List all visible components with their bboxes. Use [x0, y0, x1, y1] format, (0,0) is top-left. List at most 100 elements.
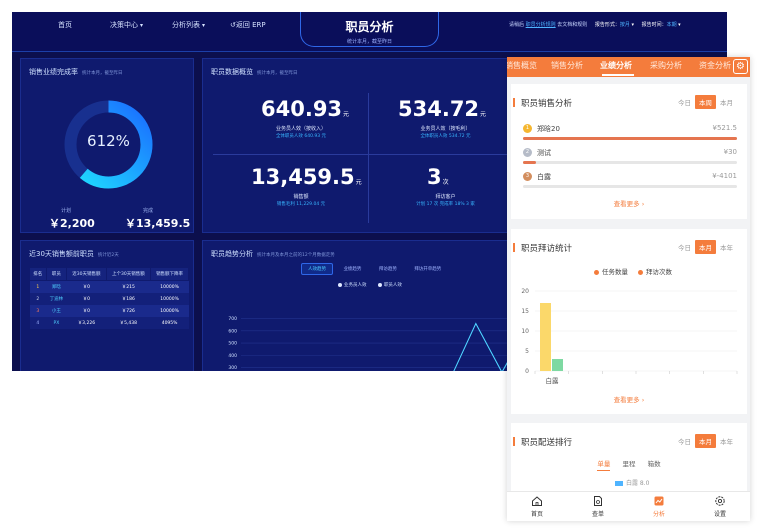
donut-percent: 612%	[87, 132, 130, 150]
overview-value-1-unit: 元	[480, 111, 487, 118]
active-tab-indicator	[602, 74, 634, 76]
report-form-value: 按月	[619, 22, 630, 28]
rank-number: 1	[36, 284, 40, 290]
delivery-subtab-orders[interactable]: 单量	[597, 458, 611, 471]
chevron-right-icon: ›	[641, 396, 645, 404]
nav-decision-center[interactable]: 决策中心 ▾	[110, 20, 143, 30]
rank-value: ¥30	[723, 148, 737, 156]
visit-legend-0: 任务数量	[601, 268, 628, 276]
y-tick-label: 700	[228, 316, 237, 322]
overview-sub-0: 全体职员人效 640.93 元	[275, 134, 327, 139]
table-cell: 4	[29, 317, 47, 329]
table-row[interactable]: 4 PX ￥3,226 ￥5,438 4095%	[29, 317, 189, 329]
overview-value-3-num: 3	[427, 165, 442, 189]
rank-row[interactable]: 1 郑晗20 ¥521.5	[523, 124, 737, 146]
gear-icon[interactable]: ⚙	[733, 59, 748, 74]
settings-icon	[715, 496, 725, 506]
delivery-seg-today[interactable]: 今日	[674, 434, 695, 448]
rank-bar	[523, 161, 737, 164]
visit-legend: 任务数量 拜访次数	[511, 266, 747, 276]
rules-link[interactable]: 职员分析规则	[526, 22, 556, 28]
bottom-nav-analysis-label: 分析	[652, 511, 665, 518]
rank-bar	[523, 185, 737, 188]
nav-home[interactable]: 首页	[58, 20, 72, 30]
report-controls: 请稍后 职员分析规则 去文档和规则 报告形式：按月 ▾ 报告时间：本期 ▾	[509, 21, 681, 28]
page-subtitle: 统计本月，截至昨日	[346, 39, 392, 45]
overview-label-3: 拜访客户	[435, 194, 456, 200]
bottom-nav-analysis[interactable]: 分析	[639, 495, 679, 518]
bottom-nav-settings[interactable]: 设置	[700, 495, 740, 518]
done-value: ￥13,459.5	[125, 217, 191, 230]
table-row[interactable]: 3 小王 ￥0 ￥726 10000%	[29, 305, 189, 317]
mobile-tab-1[interactable]: 销售分析	[551, 60, 583, 71]
table-cell: ￥5,438	[106, 317, 151, 329]
delivery-seg-month[interactable]: 本月	[695, 434, 716, 448]
ranking-panel: 近30天销售额前职员 统计近2天 排名 职员 近30天销售额 上个30天销售额 销售额下降…	[20, 240, 194, 371]
overview-label-1: 业务员人效（按毛利）	[420, 126, 471, 132]
report-period-value: 本期	[666, 22, 677, 28]
visit-more-link[interactable]: 查看更多 ›	[511, 394, 747, 404]
rank-row[interactable]: 2 测试 ¥30	[523, 148, 737, 170]
table-cell: 4095%	[150, 317, 189, 329]
y-tick-label: 600	[228, 328, 237, 334]
sales-more-link[interactable]: 查看更多 ›	[511, 198, 747, 208]
sales-seg-month[interactable]: 本月	[716, 95, 737, 109]
report-period-select[interactable]: 报告时间：本期 ▾	[642, 22, 681, 28]
overview-value-2: 13,459.5元	[251, 165, 362, 189]
bar-0	[540, 303, 551, 371]
nav-back-label: 返回 ERP	[235, 21, 266, 29]
table-cell: 丁迪林	[46, 293, 67, 305]
delivery-subtab-boxes[interactable]: 箱数	[648, 458, 661, 470]
table-cell: 3	[29, 305, 47, 317]
table-cell: 2	[29, 293, 47, 305]
rank-row[interactable]: 3 白露 ¥-4101	[523, 172, 737, 194]
table-header-cell: 职员	[45, 267, 68, 281]
sales-seg-today[interactable]: 今日	[674, 95, 695, 109]
mobile-tab-3[interactable]: 采购分析	[650, 60, 682, 71]
nav-back-erp[interactable]: ↺返回 ERP	[230, 20, 266, 30]
sales-seg-week[interactable]: 本周	[695, 95, 716, 109]
nav-analysis-list[interactable]: 分析列表 ▾	[172, 20, 205, 30]
table-header-cell: 排名	[29, 267, 47, 281]
ranking-table: 排名 职员 近30天销售额 上个30天销售额 销售额下降率 1 郑晗 ￥0 ￥215 10000…	[29, 267, 189, 329]
visit-seg-month[interactable]: 本月	[695, 240, 716, 254]
table-row[interactable]: 2 丁迪林 ￥0 ￥186 10000%	[29, 293, 189, 305]
done-label: 完成	[143, 208, 154, 214]
rank-number: 3	[36, 308, 40, 314]
y-tick-label: 20	[521, 288, 529, 295]
mobile-tab-0[interactable]: 销售概览	[507, 60, 537, 71]
medal-icon: 2	[523, 148, 532, 157]
mobile-tab-bar: 销售概览 销售分析 业绩分析 采购分析 资金分析 ⚙	[507, 57, 750, 77]
overview-value-0: 640.93元	[261, 97, 349, 121]
overview-value-2-num: 13,459.5	[251, 165, 355, 189]
mobile-tab-4[interactable]: 资金分析	[699, 60, 731, 71]
report-form-select[interactable]: 报告形式：按月 ▾	[595, 22, 634, 28]
table-header-cell: 上个30天销售额	[105, 267, 152, 281]
plan-label: 计划	[61, 208, 72, 214]
bottom-nav-home[interactable]: 首页	[517, 495, 557, 518]
ranking-title: 近30天销售额前职员 统计近2天	[29, 249, 119, 259]
rank-bar	[523, 137, 737, 140]
visit-more-label: 查看更多	[613, 396, 640, 404]
completion-title: 销售业绩完成率 统计本月，截至昨日	[29, 67, 123, 77]
rank-value: ¥-4101	[712, 172, 737, 180]
mobile-tab-2[interactable]: 业绩分析	[600, 60, 632, 71]
table-body: 1 郑晗 ￥0 ￥215 10000% 2 丁迪林 ￥0 ￥186 10000% 3 小王 ￥0 ￥726…	[29, 280, 189, 329]
visit-seg-year[interactable]: 本年	[716, 240, 737, 254]
visit-seg-today[interactable]: 今日	[674, 240, 695, 254]
overview-value-0-unit: 元	[343, 111, 350, 118]
delivery-seg-year[interactable]: 本年	[716, 434, 737, 448]
overview-sub-1: 全体职员人效 534.72 元	[420, 134, 471, 139]
overview-label-2: 销售额	[293, 194, 309, 200]
top-bar: 首页 决策中心 ▾ 分析列表 ▾ ↺返回 ERP 职员分析 统计本月，截至昨日 请稍…	[12, 12, 727, 52]
table-cell: ￥186	[106, 293, 151, 305]
rank-name: 测试	[537, 149, 551, 157]
sales-card-title: 职员销售分析	[512, 98, 573, 109]
delivery-subtab-mileage[interactable]: 里程	[623, 458, 636, 470]
y-tick-label: 300	[228, 365, 237, 371]
table-cell: ￥726	[106, 305, 151, 317]
bottom-nav-orders[interactable]: 查单	[578, 495, 618, 518]
table-cell: PX	[46, 317, 67, 329]
table-row[interactable]: 1 郑晗 ￥0 ￥215 10000%	[29, 280, 189, 293]
table-header-cell: 销售额下降率	[150, 267, 189, 281]
